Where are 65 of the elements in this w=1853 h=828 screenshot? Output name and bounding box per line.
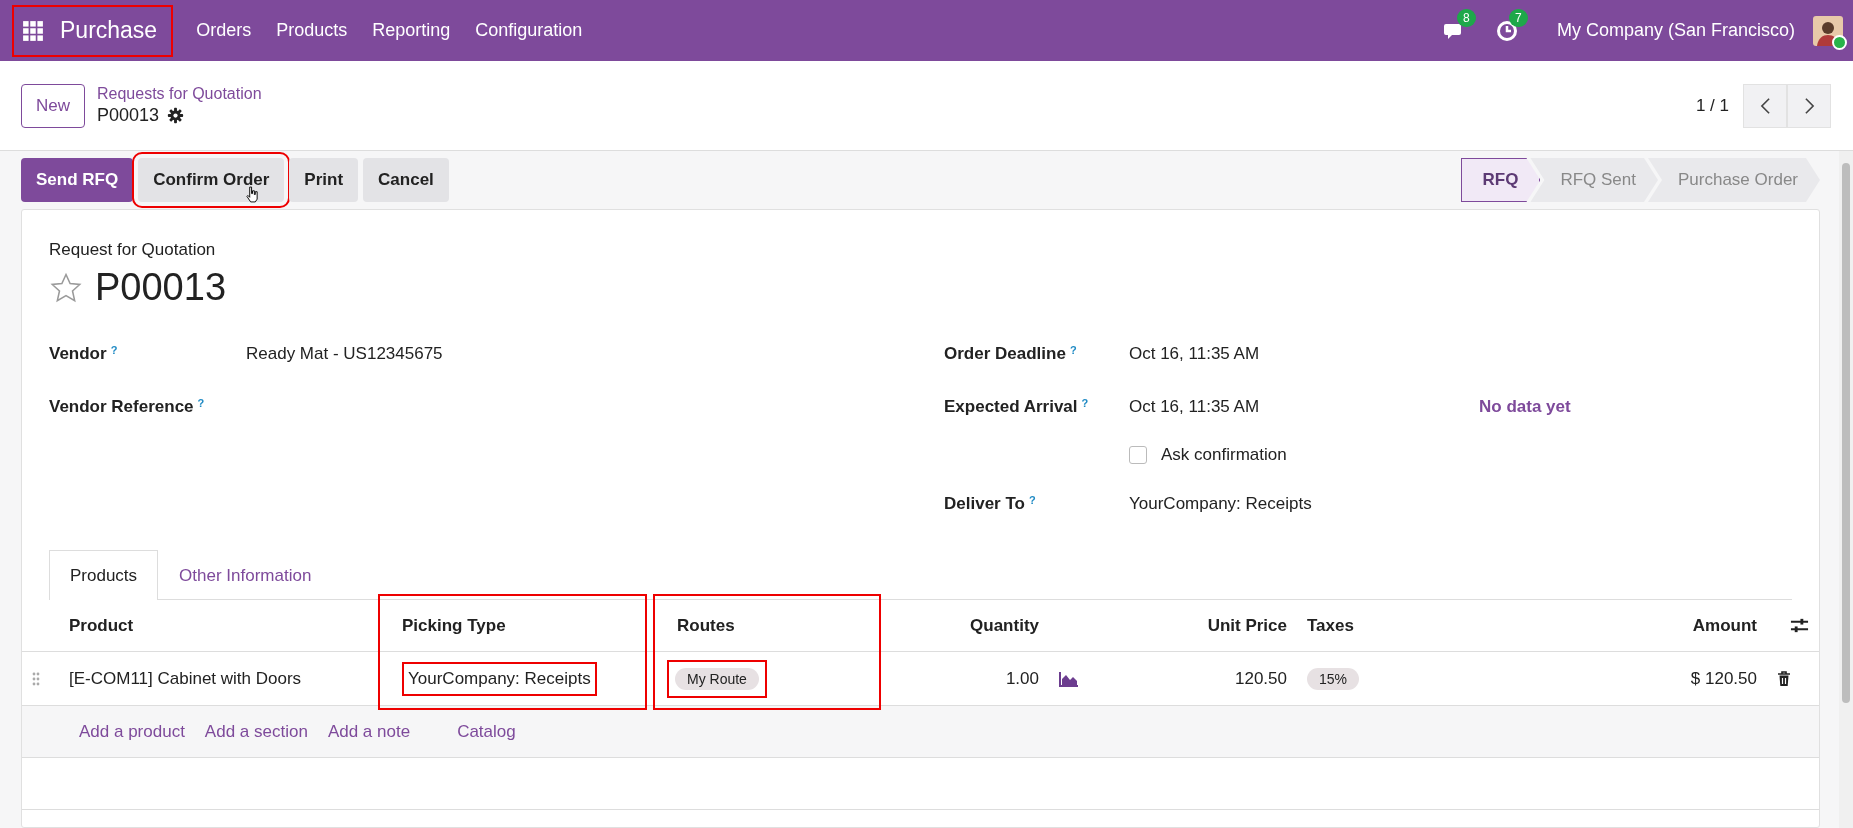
new-button[interactable]: New [21, 83, 85, 128]
message-count-badge: 8 [1456, 8, 1476, 27]
breadcrumb-link[interactable]: Requests for Quotation [97, 85, 262, 103]
field-value[interactable]: Oct 16, 11:35 AM [1129, 343, 1369, 364]
column-header[interactable]: Product [69, 615, 134, 636]
record-name: P00013 [97, 105, 160, 126]
table-cell: $ 120.50 [1690, 668, 1757, 689]
apps-grid-icon[interactable] [22, 19, 44, 42]
tab[interactable]: Products [49, 550, 159, 600]
field-value[interactable]: Ready Mat - US12345675 [246, 343, 486, 364]
action-button[interactable]: Print [289, 158, 359, 202]
table-cell: 1.00 [1005, 668, 1039, 689]
column-header[interactable]: Quantity [970, 615, 1039, 636]
help-tooltip[interactable]: ? [1081, 396, 1089, 409]
add-line-link[interactable]: Add a section [204, 721, 308, 742]
column-header[interactable]: Routes [677, 615, 735, 636]
trash-icon[interactable] [1777, 670, 1791, 687]
add-line-link[interactable]: Add a note [327, 721, 411, 742]
help-tooltip[interactable]: ? [197, 396, 205, 409]
field-label: Order Deadline [944, 343, 1066, 364]
record-title: P00013 [95, 266, 226, 309]
menu-item[interactable]: Orders [196, 20, 252, 41]
column-header[interactable]: Picking Type [402, 615, 506, 636]
scrollbar[interactable] [1839, 151, 1853, 828]
area-chart-icon[interactable] [1059, 670, 1079, 687]
table-cell: [E-COM11] Cabinet with Doors [69, 668, 302, 689]
help-tooltip[interactable]: ? [1069, 343, 1077, 356]
column-header[interactable]: Taxes [1307, 615, 1354, 636]
pager-counter: 1 / 1 [1695, 95, 1729, 116]
help-tooltip[interactable]: ? [1028, 493, 1036, 506]
field-label: Vendor [49, 343, 107, 364]
drag-handle-icon[interactable] [32, 671, 40, 686]
add-line-link[interactable]: Add a product [79, 721, 185, 742]
info-link[interactable]: No data yet [1479, 396, 1571, 417]
app-menu-button[interactable]: Purchase [14, 6, 172, 55]
status-step[interactable]: RFQ [1460, 158, 1541, 202]
field-value[interactable]: Oct 16, 11:35 AM [1129, 396, 1369, 417]
mouse-pointer-icon [246, 186, 260, 203]
settings-sliders-icon[interactable] [1790, 616, 1809, 635]
route-tag: My Route [675, 667, 759, 690]
chevron-left-icon[interactable] [1759, 96, 1771, 115]
add-line-link[interactable]: Catalog [457, 721, 516, 742]
action-button[interactable]: Cancel [363, 158, 449, 202]
help-tooltip[interactable]: ? [110, 343, 118, 356]
field-label: Deliver To [944, 493, 1025, 514]
field-label: Vendor Reference [49, 396, 194, 417]
action-button[interactable]: Send RFQ [21, 158, 134, 202]
field-value[interactable]: YourCompany: Receipts [1129, 493, 1369, 514]
menu-item[interactable]: Reporting [372, 20, 451, 41]
chevron-right-icon[interactable] [1803, 96, 1815, 115]
form-subtitle: Request for Quotation [49, 240, 217, 260]
activity-count-badge: 7 [1508, 8, 1528, 27]
company-switcher[interactable]: My Company (San Francisco) [1556, 20, 1795, 41]
tab[interactable]: Other Information [158, 550, 333, 600]
menu-item[interactable]: Products [276, 20, 348, 41]
table-cell: 120.50 [1235, 668, 1287, 689]
gear-icon[interactable] [167, 107, 185, 124]
checkbox[interactable] [1129, 446, 1147, 464]
menu-item[interactable]: Configuration [475, 20, 583, 41]
column-header[interactable]: Unit Price [1207, 615, 1287, 636]
field-label: Expected Arrival [944, 396, 1078, 417]
tax-tag: 15% [1307, 667, 1360, 690]
column-header[interactable]: Amount [1692, 615, 1757, 636]
checkbox-label: Ask confirmation [1161, 445, 1287, 465]
table-cell: YourCompany: Receipts [402, 661, 597, 696]
